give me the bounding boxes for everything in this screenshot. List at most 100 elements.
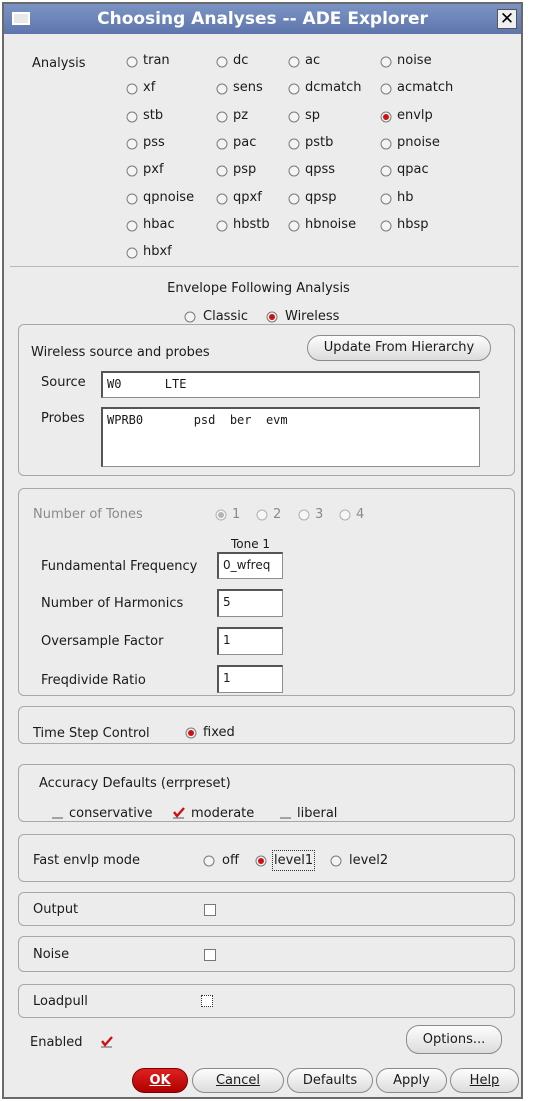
analysis-radio-hb[interactable] (380, 193, 392, 205)
liberal-checkbox[interactable] (279, 806, 292, 819)
analysis-radio-pxf[interactable] (126, 165, 138, 177)
noise-panel[interactable]: Noise (18, 936, 515, 972)
analysis-radio-pac[interactable] (216, 138, 228, 150)
analysis-label-stb: stb (143, 107, 164, 123)
accuracy-panel: Accuracy Defaults (errpreset) conservati… (18, 764, 515, 822)
tones-radio-4[interactable] (339, 509, 351, 521)
tones-label-1: 1 (232, 507, 241, 522)
analysis-label-psp: psp (233, 162, 257, 178)
tones-radio-2[interactable] (256, 509, 268, 521)
analysis-label-hb: hb (397, 189, 414, 205)
help-button[interactable]: Help (450, 1068, 519, 1093)
analysis-radio-envlp[interactable] (380, 111, 392, 123)
analysis-label-pstb: pstb (305, 134, 334, 150)
analysis-radio-hbnoise[interactable] (288, 220, 300, 232)
output-label: Output (33, 902, 79, 917)
loadpull-panel[interactable]: Loadpull (18, 984, 515, 1018)
analysis-label-acmatch: acmatch (397, 80, 454, 96)
loadpull-expand-checkbox[interactable] (201, 995, 213, 1007)
fast-off-radio[interactable] (203, 855, 215, 867)
analysis-radio-dcmatch[interactable] (288, 83, 300, 95)
analysis-radio-tran[interactable] (126, 56, 138, 68)
number-of-harmonics-field[interactable]: 5 (217, 589, 283, 617)
analysis-label-pnoise: pnoise (397, 134, 440, 150)
source-field[interactable]: W0 LTE (101, 371, 480, 398)
accuracy-label: Accuracy Defaults (errpreset) (39, 776, 231, 791)
fast-off-label: off (222, 853, 239, 868)
analysis-label-hbxf: hbxf (143, 244, 172, 260)
analysis-radio-qpss[interactable] (288, 165, 300, 177)
analysis-radio-hbsp[interactable] (380, 220, 392, 232)
analysis-label-qpac: qpac (397, 162, 429, 178)
probes-label: Probes (41, 411, 85, 426)
analysis-label-dc: dc (233, 53, 249, 68)
analysis-radio-qpxf[interactable] (216, 193, 228, 205)
probes-field[interactable]: WPRB0 psd ber evm (101, 407, 480, 467)
classic-radio[interactable] (184, 311, 196, 323)
noise-expand-checkbox[interactable] (204, 949, 216, 961)
output-expand-checkbox[interactable] (204, 904, 216, 916)
analysis-radio-xf[interactable] (126, 83, 138, 95)
analysis-radio-ac[interactable] (288, 56, 300, 68)
analysis-radio-pnoise[interactable] (380, 138, 392, 150)
tones-radio-1[interactable] (215, 509, 227, 521)
fast-level2-label: level2 (349, 853, 389, 868)
window-title: Choosing Analyses -- ADE Explorer (97, 9, 428, 29)
analysis-radio-pss[interactable] (126, 138, 138, 150)
enabled-checkbox[interactable] (100, 1035, 113, 1048)
tone1-header: Tone 1 (231, 537, 271, 551)
analysis-label-hbsp: hbsp (397, 216, 429, 232)
analysis-label-noise: noise (397, 53, 432, 68)
analysis-radio-sp[interactable] (288, 111, 300, 123)
wireless-label: Wireless (285, 309, 340, 324)
analysis-radio-dc[interactable] (216, 56, 228, 68)
fixed-label: fixed (203, 725, 235, 740)
analysis-radio-hbstb[interactable] (216, 220, 228, 232)
ok-button[interactable]: OK (132, 1068, 188, 1093)
analysis-label-qpsp: qpsp (305, 189, 337, 205)
fundamental-frequency-field[interactable]: 0_wfreq (217, 552, 283, 579)
analysis-radio-sens[interactable] (216, 83, 228, 95)
oversample-factor-field[interactable]: 1 (217, 627, 283, 655)
source-label: Source (41, 375, 86, 390)
analysis-radio-qpnoise[interactable] (126, 193, 138, 205)
tones-label-2: 2 (273, 507, 282, 522)
freqdivide-ratio-label: Freqdivide Ratio (41, 673, 146, 688)
tones-radio-3[interactable] (298, 509, 310, 521)
analysis-radio-qpac[interactable] (380, 165, 392, 177)
output-panel[interactable]: Output (18, 892, 515, 926)
cancel-button[interactable]: Cancel (192, 1068, 284, 1093)
analysis-radio-stb[interactable] (126, 111, 138, 123)
analysis-radio-acmatch[interactable] (380, 83, 392, 95)
fixed-radio[interactable] (185, 727, 197, 739)
analysis-radio-pstb[interactable] (288, 138, 300, 150)
analysis-label-xf: xf (143, 80, 156, 96)
fast-level1-radio[interactable] (255, 855, 267, 867)
analysis-radio-hbac[interactable] (126, 220, 138, 232)
analysis-label-qpss: qpss (305, 162, 336, 178)
analysis-radio-psp[interactable] (216, 165, 228, 177)
moderate-checkbox[interactable] (172, 806, 185, 819)
analysis-label-envlp: envlp (397, 107, 433, 123)
freqdivide-ratio-field[interactable]: 1 (217, 665, 283, 693)
update-from-hierarchy-button[interactable]: Update From Hierarchy (307, 335, 491, 361)
analysis-label-hbac: hbac (143, 216, 175, 232)
close-button[interactable]: ✕ (497, 9, 517, 29)
analysis-radio-noise[interactable] (380, 56, 392, 68)
conservative-checkbox[interactable] (51, 806, 64, 819)
analysis-radio-qpsp[interactable] (288, 193, 300, 205)
analysis-label-tran: tran (143, 53, 170, 68)
fast-envlp-label: Fast envlp mode (33, 853, 141, 868)
wireless-radio[interactable] (266, 311, 278, 323)
analysis-radio-pz[interactable] (216, 111, 228, 123)
tones-panel: Number of Tones 1 2 3 4 Tone 1 Fundamental … (18, 488, 515, 696)
apply-button[interactable]: Apply (376, 1068, 447, 1093)
number-of-harmonics-label: Number of Harmonics (41, 596, 184, 611)
analysis-label-hbstb: hbstb (233, 216, 270, 232)
analysis-radio-hbxf[interactable] (126, 247, 138, 259)
defaults-button[interactable]: Defaults (287, 1068, 373, 1093)
options-button[interactable]: Options... (406, 1025, 502, 1054)
fast-level2-radio[interactable] (330, 855, 342, 867)
choosing-analyses-dialog: Choosing Analyses -- ADE Explorer ✕ Anal… (2, 2, 523, 1099)
analysis-label-qpxf: qpxf (233, 189, 262, 205)
